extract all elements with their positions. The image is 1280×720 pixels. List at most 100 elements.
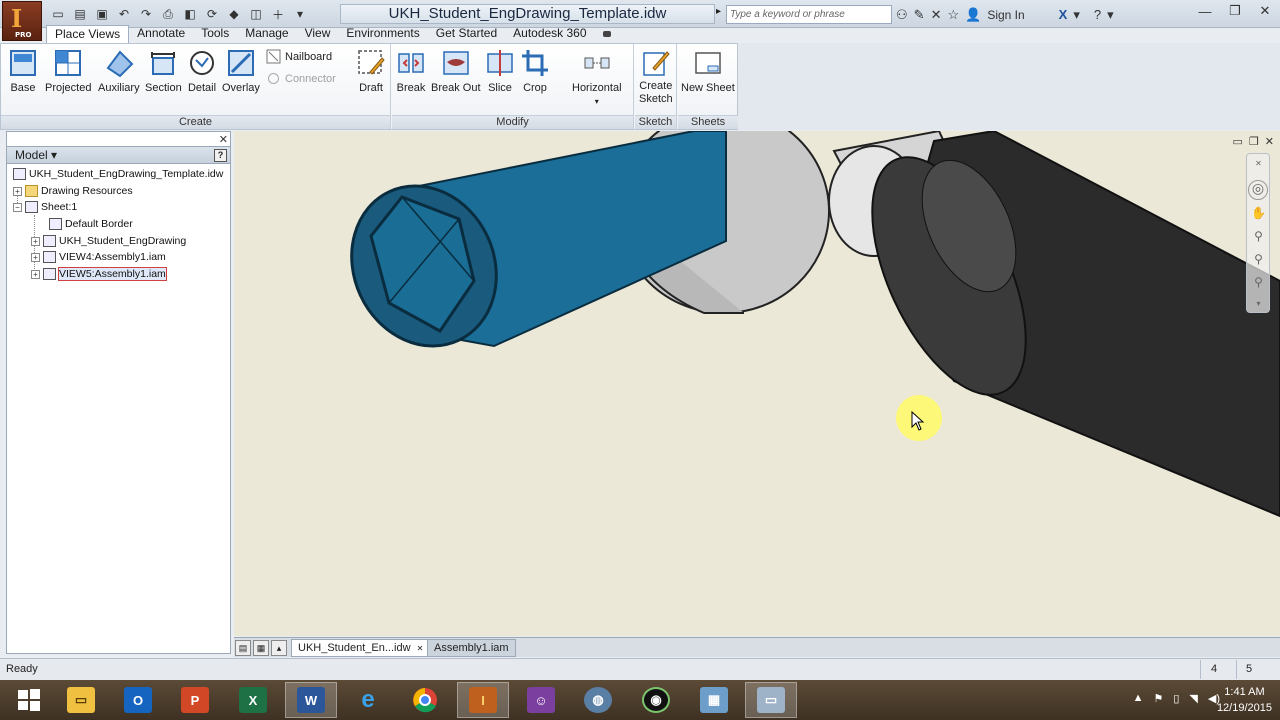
file-explorer-app[interactable]: ▭ <box>55 682 107 718</box>
navbar-close-icon[interactable]: ✕ <box>1251 156 1266 171</box>
tab-view[interactable]: View <box>297 25 339 43</box>
detail-view-button[interactable]: Detail <box>187 48 217 95</box>
zoom-icon[interactable]: ⚲ <box>1251 229 1266 244</box>
screenshot-app[interactable]: ▭ <box>745 682 797 718</box>
auxiliary-view-button[interactable]: Auxiliary <box>98 48 140 95</box>
network-app[interactable]: ▦ <box>688 682 740 718</box>
minimize-icon[interactable]: ▭ <box>1233 135 1243 148</box>
star-icon[interactable]: ☆ <box>947 7 959 23</box>
tree-item-root[interactable]: UKH_Student_EngDrawing_Template.idw <box>13 166 223 182</box>
help-icon[interactable]: ? <box>1094 7 1101 22</box>
horizontal-dropdown-icon[interactable]: ▾ <box>595 95 599 108</box>
excel-app[interactable]: X <box>227 682 279 718</box>
plus-icon[interactable]: ＋ <box>268 5 288 23</box>
camera-app[interactable]: ◉ <box>630 682 682 718</box>
steering-wheel-icon[interactable]: ◎ <box>1248 180 1268 200</box>
doc-tab-drawing[interactable]: UKH_Student_En...idw ✕ <box>291 639 431 657</box>
application-menu-button[interactable]: I PRO <box>2 1 42 41</box>
save-icon[interactable]: ▣ <box>92 5 112 23</box>
overlay-view-button[interactable]: Overlay <box>222 48 260 95</box>
tree-item-view4[interactable]: + VIEW4:Assembly1.iam <box>31 249 166 265</box>
tab-autodesk-360[interactable]: Autodesk 360 <box>505 25 594 43</box>
tree-item-drawing-resources[interactable]: + Drawing Resources <box>13 183 133 199</box>
slice-button[interactable]: Slice <box>485 48 515 95</box>
crop-button[interactable]: Crop <box>520 48 550 95</box>
tab-tools[interactable]: Tools <box>193 25 237 43</box>
horizontal-align-button[interactable]: Horizontal ▾ <box>572 48 622 108</box>
tab-manage[interactable]: Manage <box>237 25 296 43</box>
tile-icon[interactable]: ▦ <box>253 640 269 656</box>
user-icon[interactable]: 👤 <box>965 7 981 23</box>
open-icon[interactable]: ▤ <box>70 5 90 23</box>
tray-expand-icon[interactable]: ▲ <box>1133 692 1144 705</box>
tab-place-views[interactable]: Place Views <box>46 25 130 43</box>
connector-button[interactable]: Connector <box>266 71 336 86</box>
section-view-button[interactable]: Section <box>145 48 182 95</box>
browser-title-dropdown[interactable]: Model ▾ <box>15 148 57 162</box>
create-sketch-button[interactable]: Create Sketch <box>639 48 673 106</box>
customize-dropdown-icon[interactable]: ▾ <box>290 5 310 23</box>
teams-app[interactable]: ☺ <box>515 682 567 718</box>
restore-icon[interactable]: ❐ <box>1249 135 1259 148</box>
inventor-app[interactable]: I <box>457 682 509 718</box>
expand-icon[interactable]: + <box>31 269 40 279</box>
tab-annotate[interactable]: Annotate <box>129 25 193 43</box>
system-clock[interactable]: 1:41 AM 12/19/2015 <box>1217 684 1272 716</box>
tabs-menu-icon[interactable]: ▴ <box>271 640 287 656</box>
doc-tab-assembly[interactable]: Assembly1.iam <box>427 639 516 657</box>
select-icon[interactable]: ◧ <box>180 5 200 23</box>
draft-view-button[interactable]: Draft <box>356 48 386 95</box>
collapse-icon[interactable]: − <box>13 202 22 212</box>
ribbon-minimize-icon[interactable] <box>595 25 619 43</box>
wifi-icon[interactable]: ◥ <box>1189 692 1197 705</box>
close-icon[interactable]: ✕ <box>417 644 424 653</box>
battery-icon[interactable]: ▯ <box>1173 692 1179 705</box>
tab-get-started[interactable]: Get Started <box>428 25 505 43</box>
communication-icon[interactable]: ✕ <box>931 7 942 23</box>
expand-icon[interactable]: + <box>31 252 40 262</box>
navbar-menu-icon[interactable]: ▾ <box>1251 296 1266 311</box>
word-app[interactable]: W <box>285 682 337 718</box>
undo-icon[interactable]: ↶ <box>114 5 134 23</box>
outlook-app[interactable]: O <box>112 682 164 718</box>
expand-icon[interactable]: + <box>31 236 40 246</box>
flag-icon[interactable]: ⚑ <box>1153 692 1163 705</box>
expand-icon[interactable]: + <box>13 186 22 196</box>
internet-explorer-app[interactable]: e <box>342 682 394 718</box>
help-icon[interactable]: ? <box>214 149 227 162</box>
binoculars-icon[interactable]: ⚇ <box>896 7 908 23</box>
pan-icon[interactable]: ✋ <box>1251 206 1266 221</box>
tree-item-view5[interactable]: + VIEW5:Assembly1.iam <box>31 266 167 282</box>
nailboard-button[interactable]: Nailboard <box>266 49 332 64</box>
appearance-icon[interactable]: ◫ <box>246 5 266 23</box>
minimize-icon[interactable]: — <box>1190 0 1220 22</box>
tab-environments[interactable]: Environments <box>338 25 427 43</box>
powerpoint-app[interactable]: P <box>169 682 221 718</box>
help-dropdown-icon[interactable]: ▾ <box>1107 7 1114 23</box>
base-view-button[interactable]: Base <box>8 48 38 95</box>
tools-icon[interactable]: ✎ <box>914 7 925 23</box>
chevron-down-icon[interactable]: ▾ <box>1073 7 1080 23</box>
close-icon[interactable]: ✕ <box>1250 0 1280 22</box>
start-button[interactable] <box>3 682 55 718</box>
tree-item-title-block[interactable]: + UKH_Student_EngDrawing <box>31 233 186 249</box>
tree-item-default-border[interactable]: Default Border <box>49 216 133 232</box>
break-out-button[interactable]: Break Out <box>431 48 481 95</box>
update-icon[interactable]: ⟳ <box>202 5 222 23</box>
redo-icon[interactable]: ↷ <box>136 5 156 23</box>
search-input[interactable]: Type a keyword or phrase <box>726 5 892 24</box>
close-icon[interactable]: ✕ <box>219 133 228 146</box>
orbit-icon[interactable]: ⚲ <box>1251 275 1266 290</box>
break-button[interactable]: Break <box>396 48 426 95</box>
cascade-icon[interactable]: ▤ <box>235 640 251 656</box>
sign-in-link[interactable]: Sign In <box>987 8 1024 22</box>
exchange-icon[interactable]: X <box>1059 7 1068 22</box>
print-icon[interactable]: ⎙ <box>158 5 178 23</box>
globe-app[interactable]: ◍ <box>572 682 624 718</box>
new-sheet-button[interactable]: New Sheet <box>681 48 735 95</box>
chrome-app[interactable] <box>399 682 451 718</box>
chevron-right-icon[interactable]: ▸ <box>716 6 721 17</box>
close-icon[interactable]: ✕ <box>1265 135 1274 148</box>
graphics-window[interactable]: ▭ ❐ ✕ ✕ ◎ ✋ ⚲ ⚲ ⚲ ▾ <box>234 131 1280 636</box>
restore-icon[interactable]: ❐ <box>1220 0 1250 22</box>
